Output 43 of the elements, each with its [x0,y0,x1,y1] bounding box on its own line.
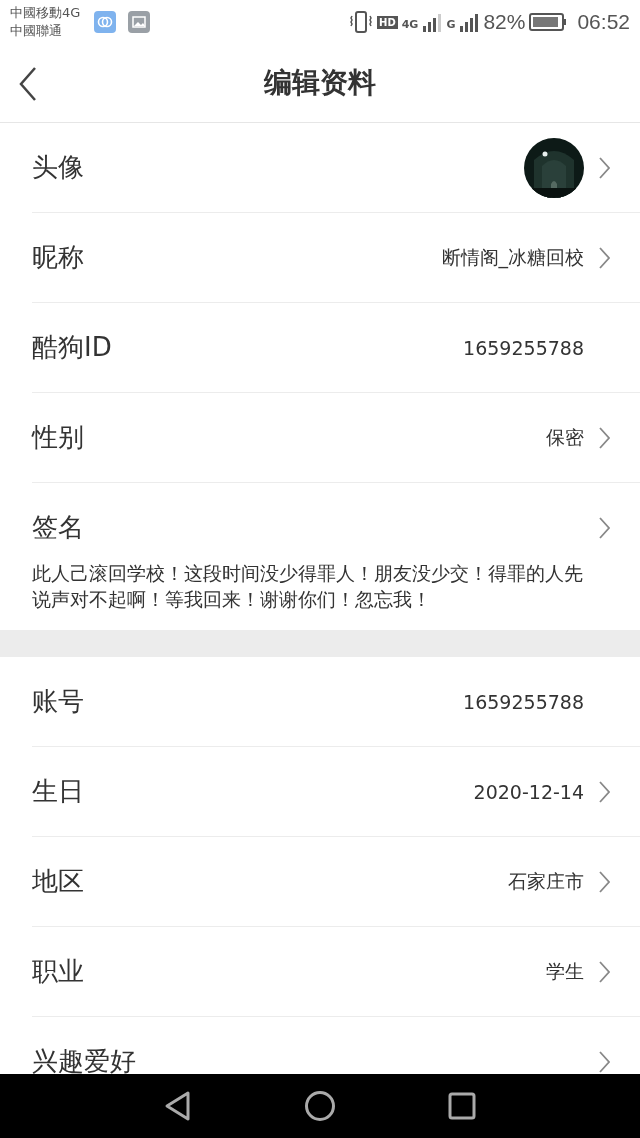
recents-nav-icon[interactable] [446,1090,478,1122]
field-value: 断情阁_冰糖回校 [441,244,584,271]
clock: 06:52 [577,10,630,34]
field-label: 昵称 [32,241,84,274]
signal-icon [422,12,443,32]
app-notification-icon [94,11,117,33]
field-label: 兴趣爱好 [32,1045,136,1078]
signature-text: 此人己滚回学校！这段时间没少得罪人！朋友没少交！得罪的人先说声对不起啊！等我回来！谢谢你们！忽忘我！ [32,561,584,612]
field-label: 酷狗ID [32,331,112,364]
battery-icon [529,12,568,32]
field-value: 保密 [546,424,584,450]
battery-percent: 82% [483,10,526,34]
field-value: 2020-12-14 [473,780,584,803]
image-notification-icon [128,11,151,33]
field-label: 签名 [32,511,84,544]
chevron-right-icon[interactable] [598,869,610,894]
field-label: 头像 [32,151,84,184]
vibrate-icon [349,10,373,34]
chevron-right-icon[interactable] [598,1049,610,1074]
field-value: 1659255788 [463,336,584,359]
chevron-right-icon[interactable] [598,959,610,984]
chevron-right-icon[interactable] [598,779,610,804]
chevron-right-icon[interactable] [598,245,610,270]
hd-indicator: HD [377,15,398,29]
signal-icon [459,12,480,32]
home-nav-icon[interactable] [304,1090,336,1122]
field-label: 生日 [32,775,84,808]
field-value: 1659255788 [463,690,584,713]
field-label: 账号 [32,685,84,718]
chevron-right-icon[interactable] [598,155,610,180]
chevron-right-icon[interactable] [598,515,610,540]
chevron-right-icon[interactable] [598,425,610,450]
field-label: 职业 [32,955,84,988]
field-value: 学生 [546,958,584,984]
network-type: 4G [401,18,419,31]
carrier-name: 中國聯通 [10,22,63,40]
back-icon[interactable] [18,66,38,102]
page-title: 编辑资料 [264,65,376,101]
field-label: 地区 [32,865,84,898]
network-type: G [446,18,456,31]
field-label: 性别 [32,421,84,454]
field-value: 石家庄市 [508,868,584,894]
carrier-name: 中國移動4G [10,4,81,22]
